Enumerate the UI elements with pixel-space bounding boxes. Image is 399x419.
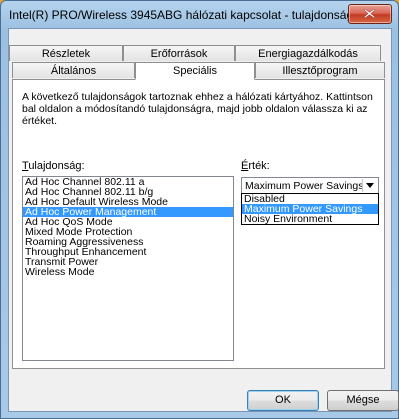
value-select-arrow[interactable] xyxy=(362,179,377,192)
tab-advanced[interactable]: Speciális xyxy=(135,62,255,80)
value-label: Érték: xyxy=(241,160,270,172)
window-title: Intel(R) PRO/Wireless 3945ABG hálózati k… xyxy=(9,8,366,22)
value-option[interactable]: Noisy Environment xyxy=(242,214,378,225)
tab-row-front: Általános Speciális Illesztőprogram xyxy=(9,62,385,80)
property-item[interactable]: Wireless Mode xyxy=(23,267,233,278)
property-label: Tulajdonság: xyxy=(22,160,85,172)
value-label-rest: rték: xyxy=(248,160,270,172)
tab-driver[interactable]: Illesztőprogram xyxy=(255,62,385,78)
close-button[interactable] xyxy=(348,4,392,24)
value-select-current: Maximum Power Savings xyxy=(245,180,364,192)
property-label-rest: ulajdonság: xyxy=(28,160,85,172)
property-list[interactable]: Ad Hoc Channel 802.11 a Ad Hoc Channel 8… xyxy=(22,176,234,361)
value-select[interactable]: Maximum Power Savings xyxy=(241,177,379,194)
chevron-down-icon xyxy=(366,183,374,188)
tab-resources[interactable]: Erőforrások xyxy=(123,45,235,61)
advanced-panel: A következő tulajdonságok tartoznak ehhe… xyxy=(12,79,385,369)
properties-dialog: Intel(R) PRO/Wireless 3945ABG hálózati k… xyxy=(0,0,399,419)
value-dropdown-list: Disabled Maximum Power Savings Noisy Env… xyxy=(241,193,379,225)
cancel-button[interactable]: Mégse xyxy=(327,390,399,411)
ok-button[interactable]: OK xyxy=(247,390,319,411)
tab-details[interactable]: Részletek xyxy=(9,45,123,61)
close-icon xyxy=(364,9,375,18)
description-text: A következő tulajdonságok tartoznak ehhe… xyxy=(22,91,373,127)
tab-power-management[interactable]: Energiagazdálkodás xyxy=(235,45,381,61)
dialog-client-area: Részletek Erőforrások Energiagazdálkodás… xyxy=(8,28,399,412)
tab-general[interactable]: Általános xyxy=(12,62,135,78)
tab-row-back: Részletek Erőforrások Energiagazdálkodás xyxy=(9,45,381,62)
title-bar[interactable]: Intel(R) PRO/Wireless 3945ABG hálózati k… xyxy=(1,1,398,27)
